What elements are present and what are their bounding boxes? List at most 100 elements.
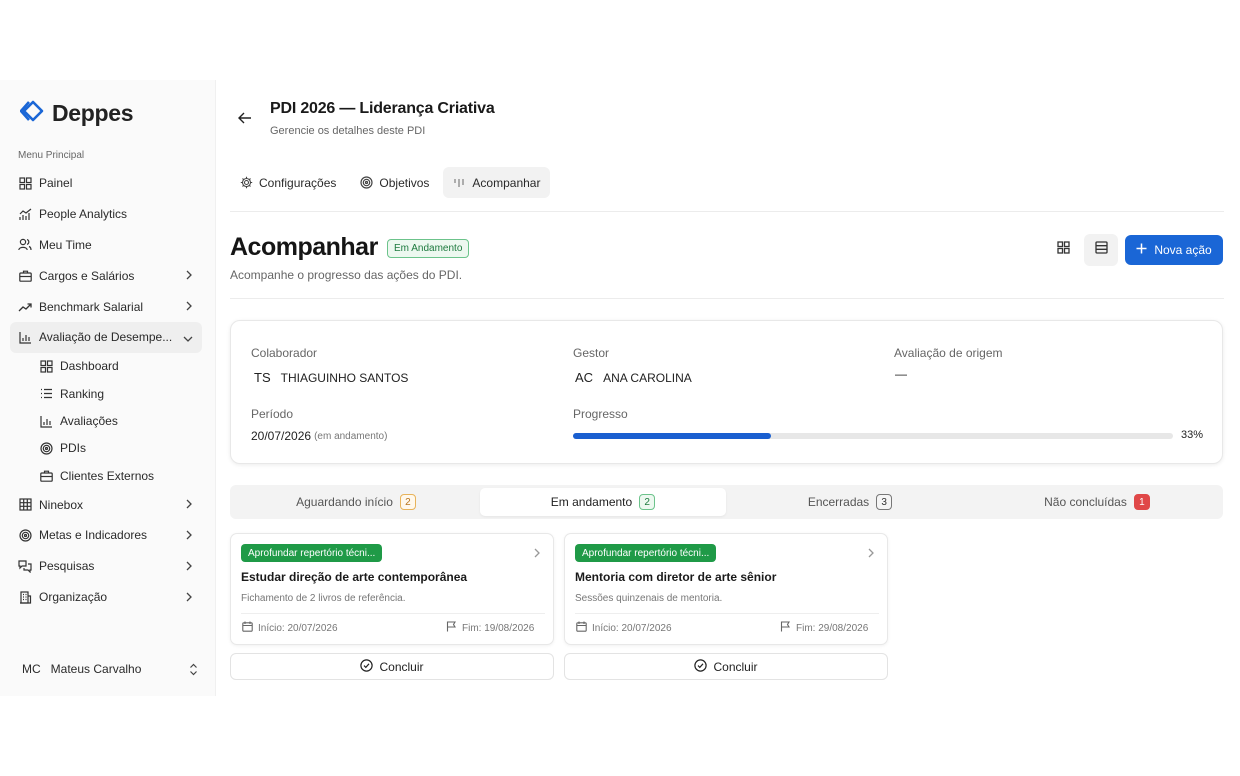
- logo[interactable]: Deppes: [19, 98, 134, 129]
- chevron-right-icon[interactable]: [867, 545, 875, 563]
- briefcase-icon: [18, 269, 32, 283]
- user-name: Mateus Carvalho: [50, 662, 142, 676]
- briefcase-icon: [39, 469, 53, 483]
- main-content: PDI 2026 — Liderança Criativa Gerencie o…: [230, 80, 1224, 696]
- status-tab-encerradas[interactable]: Encerradas 3: [727, 488, 973, 516]
- target-icon: [360, 176, 373, 189]
- sidebar-item-label: Metas e Indicadores: [39, 528, 148, 543]
- calendar-icon: [576, 621, 587, 635]
- sidebar: Deppes Menu Principal Painel People Anal…: [0, 80, 216, 696]
- new-action-button[interactable]: Nova ação: [1125, 235, 1223, 265]
- period-note: (em andamento): [314, 430, 388, 442]
- sidebar-item-label: Cargos e Salários: [39, 268, 135, 283]
- grid-view-button[interactable]: [1046, 234, 1080, 266]
- sidebar-item-organizacao[interactable]: Organização: [10, 582, 202, 613]
- tab-acompanhar[interactable]: Acompanhar: [443, 167, 551, 198]
- collaborator-label: Colaborador: [251, 346, 318, 360]
- chevron-right-icon: [185, 529, 193, 543]
- count-badge: 2: [399, 494, 416, 510]
- conclude-label: Concluir: [379, 659, 424, 674]
- chevron-right-icon: [185, 300, 193, 314]
- sidebar-item-label: Organização: [39, 590, 108, 605]
- sidebar-item-metas-indicadores[interactable]: Metas e Indicadores: [10, 520, 202, 551]
- status-tab-label: Encerradas: [807, 495, 870, 509]
- sidebar-item-cargos-salarios[interactable]: Cargos e Salários: [10, 260, 202, 291]
- divider: [241, 613, 545, 614]
- grid-nine-icon: [18, 498, 32, 512]
- sidebar-subitem-ranking[interactable]: Ranking: [31, 380, 202, 407]
- count-badge: 2: [639, 494, 656, 510]
- status-tab-nao-concluidas[interactable]: Não concluídas 1: [974, 488, 1220, 516]
- sidebar-subitem-avaliacoes[interactable]: Avaliações: [31, 407, 202, 434]
- back-arrow-icon[interactable]: [238, 111, 252, 129]
- check-circle-icon: [360, 658, 374, 675]
- sidebar-item-avaliacao-desempenho[interactable]: Avaliação de Desempe...: [10, 321, 202, 353]
- sidebar-item-label: Benchmark Salarial: [39, 299, 144, 314]
- sidebar-item-label: Avaliações: [60, 414, 118, 429]
- target-icon: [39, 441, 53, 455]
- conclude-label: Concluir: [713, 659, 758, 674]
- sidebar-item-ninebox[interactable]: Ninebox: [10, 489, 202, 520]
- chevron-right-icon[interactable]: [533, 545, 541, 563]
- tab-label: Acompanhar: [472, 175, 541, 190]
- list-view-button[interactable]: [1084, 234, 1118, 266]
- manager-label: Gestor: [573, 346, 610, 360]
- divider: [575, 613, 879, 614]
- pdi-info-card: Colaborador TS THIAGUINHO SANTOS Gestor …: [230, 320, 1223, 464]
- calendar-icon: [242, 621, 253, 635]
- count-badge: 3: [876, 494, 893, 510]
- conclude-button[interactable]: Concluir: [230, 653, 554, 680]
- trending-up-icon: [18, 300, 32, 314]
- flag-icon: [780, 621, 791, 635]
- page-title: PDI 2026 — Liderança Criativa: [270, 100, 495, 117]
- sidebar-item-pesquisas[interactable]: Pesquisas: [10, 551, 202, 582]
- avatar: MC: [22, 662, 41, 676]
- action-card[interactable]: Aprofundar repertório técni... Estudar d…: [230, 533, 554, 645]
- chevron-right-icon: [185, 591, 193, 605]
- tab-configuracoes[interactable]: Configurações: [230, 167, 346, 198]
- sidebar-item-painel[interactable]: Painel: [10, 168, 202, 199]
- status-badge: Em Andamento: [387, 239, 470, 258]
- sidebar-subitem-dashboard[interactable]: Dashboard: [31, 353, 202, 380]
- user-menu[interactable]: MC Mateus Carvalho: [22, 662, 198, 676]
- tab-label: Configurações: [259, 175, 337, 190]
- plus-icon: [1136, 243, 1147, 257]
- sidebar-subitem-clientes-externos[interactable]: Clientes Externos: [31, 462, 202, 489]
- avatar: AC: [575, 370, 594, 385]
- tracking-icon: [453, 177, 466, 189]
- status-tab-label: Não concluídas: [1044, 495, 1127, 509]
- sidebar-item-benchmark-salarial[interactable]: Benchmark Salarial: [10, 291, 202, 322]
- progress-bar: [573, 433, 1173, 439]
- page-subtitle: Gerencie os detalhes deste PDI: [270, 125, 426, 137]
- sidebar-subitem-pdis[interactable]: PDIs: [31, 435, 202, 462]
- manager-value: AC ANA CAROLINA: [575, 370, 692, 385]
- conclude-button[interactable]: Concluir: [564, 653, 888, 680]
- table-icon: [1094, 241, 1108, 259]
- sidebar-item-label: Dashboard: [60, 359, 119, 374]
- grid-icon: [18, 176, 32, 190]
- sidebar-item-label: Painel: [39, 176, 73, 191]
- users-icon: [18, 238, 32, 252]
- sidebar-item-meu-time[interactable]: Meu Time: [10, 230, 202, 261]
- sidebar-nav: Painel People Analytics Meu Time Cargos …: [10, 168, 202, 612]
- objective-chip: Aprofundar repertório técni...: [575, 544, 717, 562]
- grid-icon: [1056, 241, 1070, 259]
- status-tab-label: Em andamento: [550, 495, 633, 509]
- tab-objetivos[interactable]: Objetivos: [350, 167, 439, 198]
- chevrons-up-down-icon: [189, 663, 198, 679]
- sidebar-item-label: Pesquisas: [39, 559, 95, 574]
- action-card[interactable]: Aprofundar repertório técni... Mentoria …: [564, 533, 888, 645]
- sidebar-item-label: People Analytics: [39, 207, 128, 222]
- status-tab-em-andamento[interactable]: Em andamento 2: [480, 488, 726, 516]
- start-date: Início: 20/07/2026: [242, 621, 338, 635]
- building-icon: [18, 590, 32, 604]
- count-badge: 1: [1133, 494, 1150, 510]
- page-tabs: Configurações Objetivos Acompanhar: [230, 167, 551, 198]
- status-tab-aguardando[interactable]: Aguardando início 2: [233, 488, 479, 516]
- period-date: 20/07/2026: [251, 429, 312, 443]
- app-window: Deppes Menu Principal Painel People Anal…: [0, 80, 1240, 696]
- action-title: Estudar direção de arte contemporânea: [241, 570, 468, 584]
- period-label: Período: [251, 407, 294, 421]
- sidebar-item-people-analytics[interactable]: People Analytics: [10, 199, 202, 230]
- start-date-text: Início: 20/07/2026: [592, 622, 672, 634]
